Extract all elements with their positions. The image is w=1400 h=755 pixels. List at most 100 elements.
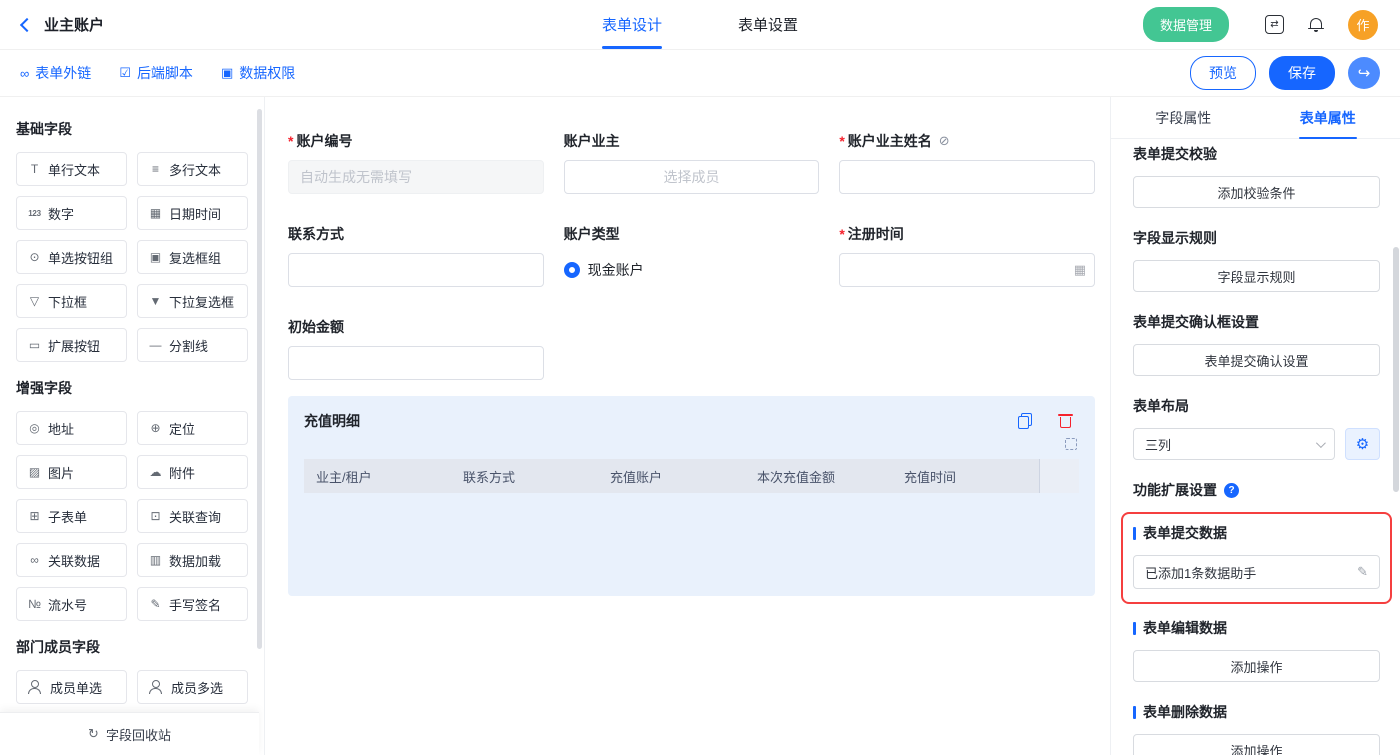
owner-name-input[interactable] [839, 160, 1095, 194]
field-item-address[interactable]: ◎ 地址 [16, 411, 127, 445]
panel-tabs: 字段属性 表单属性 [1111, 97, 1400, 139]
gear-icon[interactable]: ⚙ [1345, 428, 1380, 460]
data-permission-link[interactable]: ▣ 数据权限 [221, 63, 295, 83]
initial-amount-input[interactable] [288, 346, 544, 380]
account-no-input[interactable] [288, 160, 544, 194]
field-item-multi-select[interactable]: ▼ 下拉复选框 [137, 284, 248, 318]
share-icon[interactable]: ↪ [1348, 57, 1380, 89]
divider-icon: — [146, 338, 165, 352]
field-account-type[interactable]: 账户类型 现金账户 [564, 224, 820, 287]
register-time-input[interactable] [839, 253, 1095, 287]
account-owner-input[interactable] [564, 160, 820, 194]
data-manage-button[interactable]: 数据管理 [1143, 7, 1229, 42]
subform-col-recharge-time: 充值时间 [892, 459, 1039, 493]
member-multi-icon [148, 680, 163, 694]
field-initial-amount[interactable]: 初始金额 [288, 317, 544, 380]
field-item-label: 关联数据 [48, 551, 100, 570]
field-register-time[interactable]: 注册时间 ▦ [839, 224, 1095, 287]
contact-input[interactable] [288, 253, 544, 287]
data-assistant-input[interactable]: 已添加1条数据助手 ✎ [1133, 555, 1380, 589]
expand-icon[interactable] [1065, 438, 1077, 450]
section-title-member-fields: 部门成员字段 [16, 637, 248, 657]
data-permission-label: 数据权限 [239, 63, 295, 83]
field-item-label: 成员多选 [171, 678, 223, 697]
avatar[interactable]: 作 [1348, 10, 1378, 40]
layout-select[interactable]: 三列 [1133, 428, 1335, 460]
field-owner-name[interactable]: 账户业主姓名 ⊘ [839, 131, 1095, 194]
field-item-data-load[interactable]: ▥ 数据加载 [137, 543, 248, 577]
recycle-bin-button[interactable]: ↻ 字段回收站 [0, 712, 259, 755]
designer-body: 基础字段 T 单行文本 ≡ 多行文本 123 数字 ▦ 日期时间 [0, 97, 1400, 755]
field-account-owner[interactable]: 账户业主 [564, 131, 820, 194]
tab-form-properties[interactable]: 表单属性 [1256, 97, 1400, 138]
preview-button[interactable]: 预览 [1190, 56, 1256, 90]
sidebar-scrollbar[interactable] [257, 109, 262, 649]
save-button[interactable]: 保存 [1269, 56, 1335, 90]
back-icon[interactable] [20, 17, 34, 31]
image-icon: ▨ [25, 465, 44, 479]
tab-field-properties[interactable]: 字段属性 [1111, 97, 1256, 138]
field-item-select[interactable]: ▽ 下拉框 [16, 284, 127, 318]
tab-form-design[interactable]: 表单设计 [602, 0, 662, 49]
recycle-bin-label: 字段回收站 [106, 725, 171, 744]
link-icon: ∞ [20, 66, 29, 81]
subform-recharge-detail[interactable]: 充值明细 业主/租户 联系方式 充值账户 本次充值金额 充值时间 [288, 396, 1095, 596]
top-bar: 业主账户 表单设计 表单设置 数据管理 ⇄ 作 [0, 0, 1400, 50]
serial-number-icon: № [25, 597, 44, 611]
field-item-extend-button[interactable]: ▭ 扩展按钮 [16, 328, 127, 362]
field-account-no[interactable]: 账户编号 [288, 131, 544, 194]
field-label-register-time: 注册时间 [839, 224, 1095, 244]
field-item-multi-line-text[interactable]: ≡ 多行文本 [137, 152, 248, 186]
field-label-initial-amount: 初始金额 [288, 317, 544, 337]
bell-icon[interactable] [1308, 17, 1324, 33]
field-display-rules-button[interactable]: 字段显示规则 [1133, 260, 1380, 292]
field-item-single-line-text[interactable]: T 单行文本 [16, 152, 127, 186]
tab-form-settings[interactable]: 表单设置 [738, 0, 798, 49]
field-item-signature[interactable]: ✎ 手写签名 [137, 587, 248, 621]
field-item-label: 单选按钮组 [48, 248, 113, 267]
field-item-radio-group[interactable]: ⊙ 单选按钮组 [16, 240, 127, 274]
radio-selected-icon[interactable] [564, 262, 580, 278]
submit-confirm-button[interactable]: 表单提交确认设置 [1133, 344, 1380, 376]
field-item-location[interactable]: ⊕ 定位 [137, 411, 248, 445]
section-edit-data: 表单编辑数据 添加操作 [1133, 618, 1380, 682]
subform-title: 充值明细 [304, 411, 360, 431]
backend-script-link[interactable]: ☑ 后端脚本 [119, 63, 193, 83]
field-contact[interactable]: 联系方式 [288, 224, 544, 287]
subform-col-contact: 联系方式 [451, 459, 598, 493]
field-item-member-multi[interactable]: 成员多选 [137, 670, 248, 704]
recycle-icon: ↻ [88, 726, 99, 742]
field-item-datetime[interactable]: ▦ 日期时间 [137, 196, 248, 230]
edit-data-add-button[interactable]: 添加操作 [1133, 650, 1380, 682]
integration-icon[interactable]: ⇄ [1265, 15, 1284, 34]
help-icon[interactable] [1224, 483, 1239, 498]
field-item-checkbox-group[interactable]: ▣ 复选框组 [137, 240, 248, 274]
field-item-label: 手写签名 [169, 595, 221, 614]
relation-data-icon: ∞ [25, 553, 44, 567]
member-single-icon [27, 680, 42, 694]
top-tabs: 表单设计 表单设置 [602, 0, 798, 49]
field-item-member-single[interactable]: 成员单选 [16, 670, 127, 704]
field-item-subform[interactable]: ⊞ 子表单 [16, 499, 127, 533]
delete-data-add-button[interactable]: 添加操作 [1133, 734, 1380, 755]
trash-icon[interactable] [1058, 413, 1073, 429]
radio-option-label: 现金账户 [588, 260, 644, 280]
field-item-serial-number[interactable]: № 流水号 [16, 587, 127, 621]
field-item-attachment[interactable]: ☁ 附件 [137, 455, 248, 489]
copy-icon[interactable] [1018, 413, 1032, 429]
field-item-relation-query[interactable]: ⊡ 关联查询 [137, 499, 248, 533]
add-validation-button[interactable]: 添加校验条件 [1133, 176, 1380, 208]
delete-data-title: 表单删除数据 [1133, 702, 1380, 722]
field-item-relation-data[interactable]: ∞ 关联数据 [16, 543, 127, 577]
backend-script-label: 后端脚本 [137, 63, 193, 83]
field-item-image[interactable]: ▨ 图片 [16, 455, 127, 489]
field-item-label: 复选框组 [169, 248, 221, 267]
field-item-label: 关联查询 [169, 507, 221, 526]
field-label-owner-name: 账户业主姓名 ⊘ [839, 131, 1095, 151]
field-item-divider[interactable]: — 分割线 [137, 328, 248, 362]
form-external-link[interactable]: ∞ 表单外链 [20, 63, 91, 83]
field-item-number[interactable]: 123 数字 [16, 196, 127, 230]
section-submit-confirm: 表单提交确认框设置 表单提交确认设置 [1133, 312, 1380, 376]
panel-scrollbar[interactable] [1393, 247, 1399, 492]
subform-col-owner-tenant: 业主/租户 [304, 459, 451, 493]
